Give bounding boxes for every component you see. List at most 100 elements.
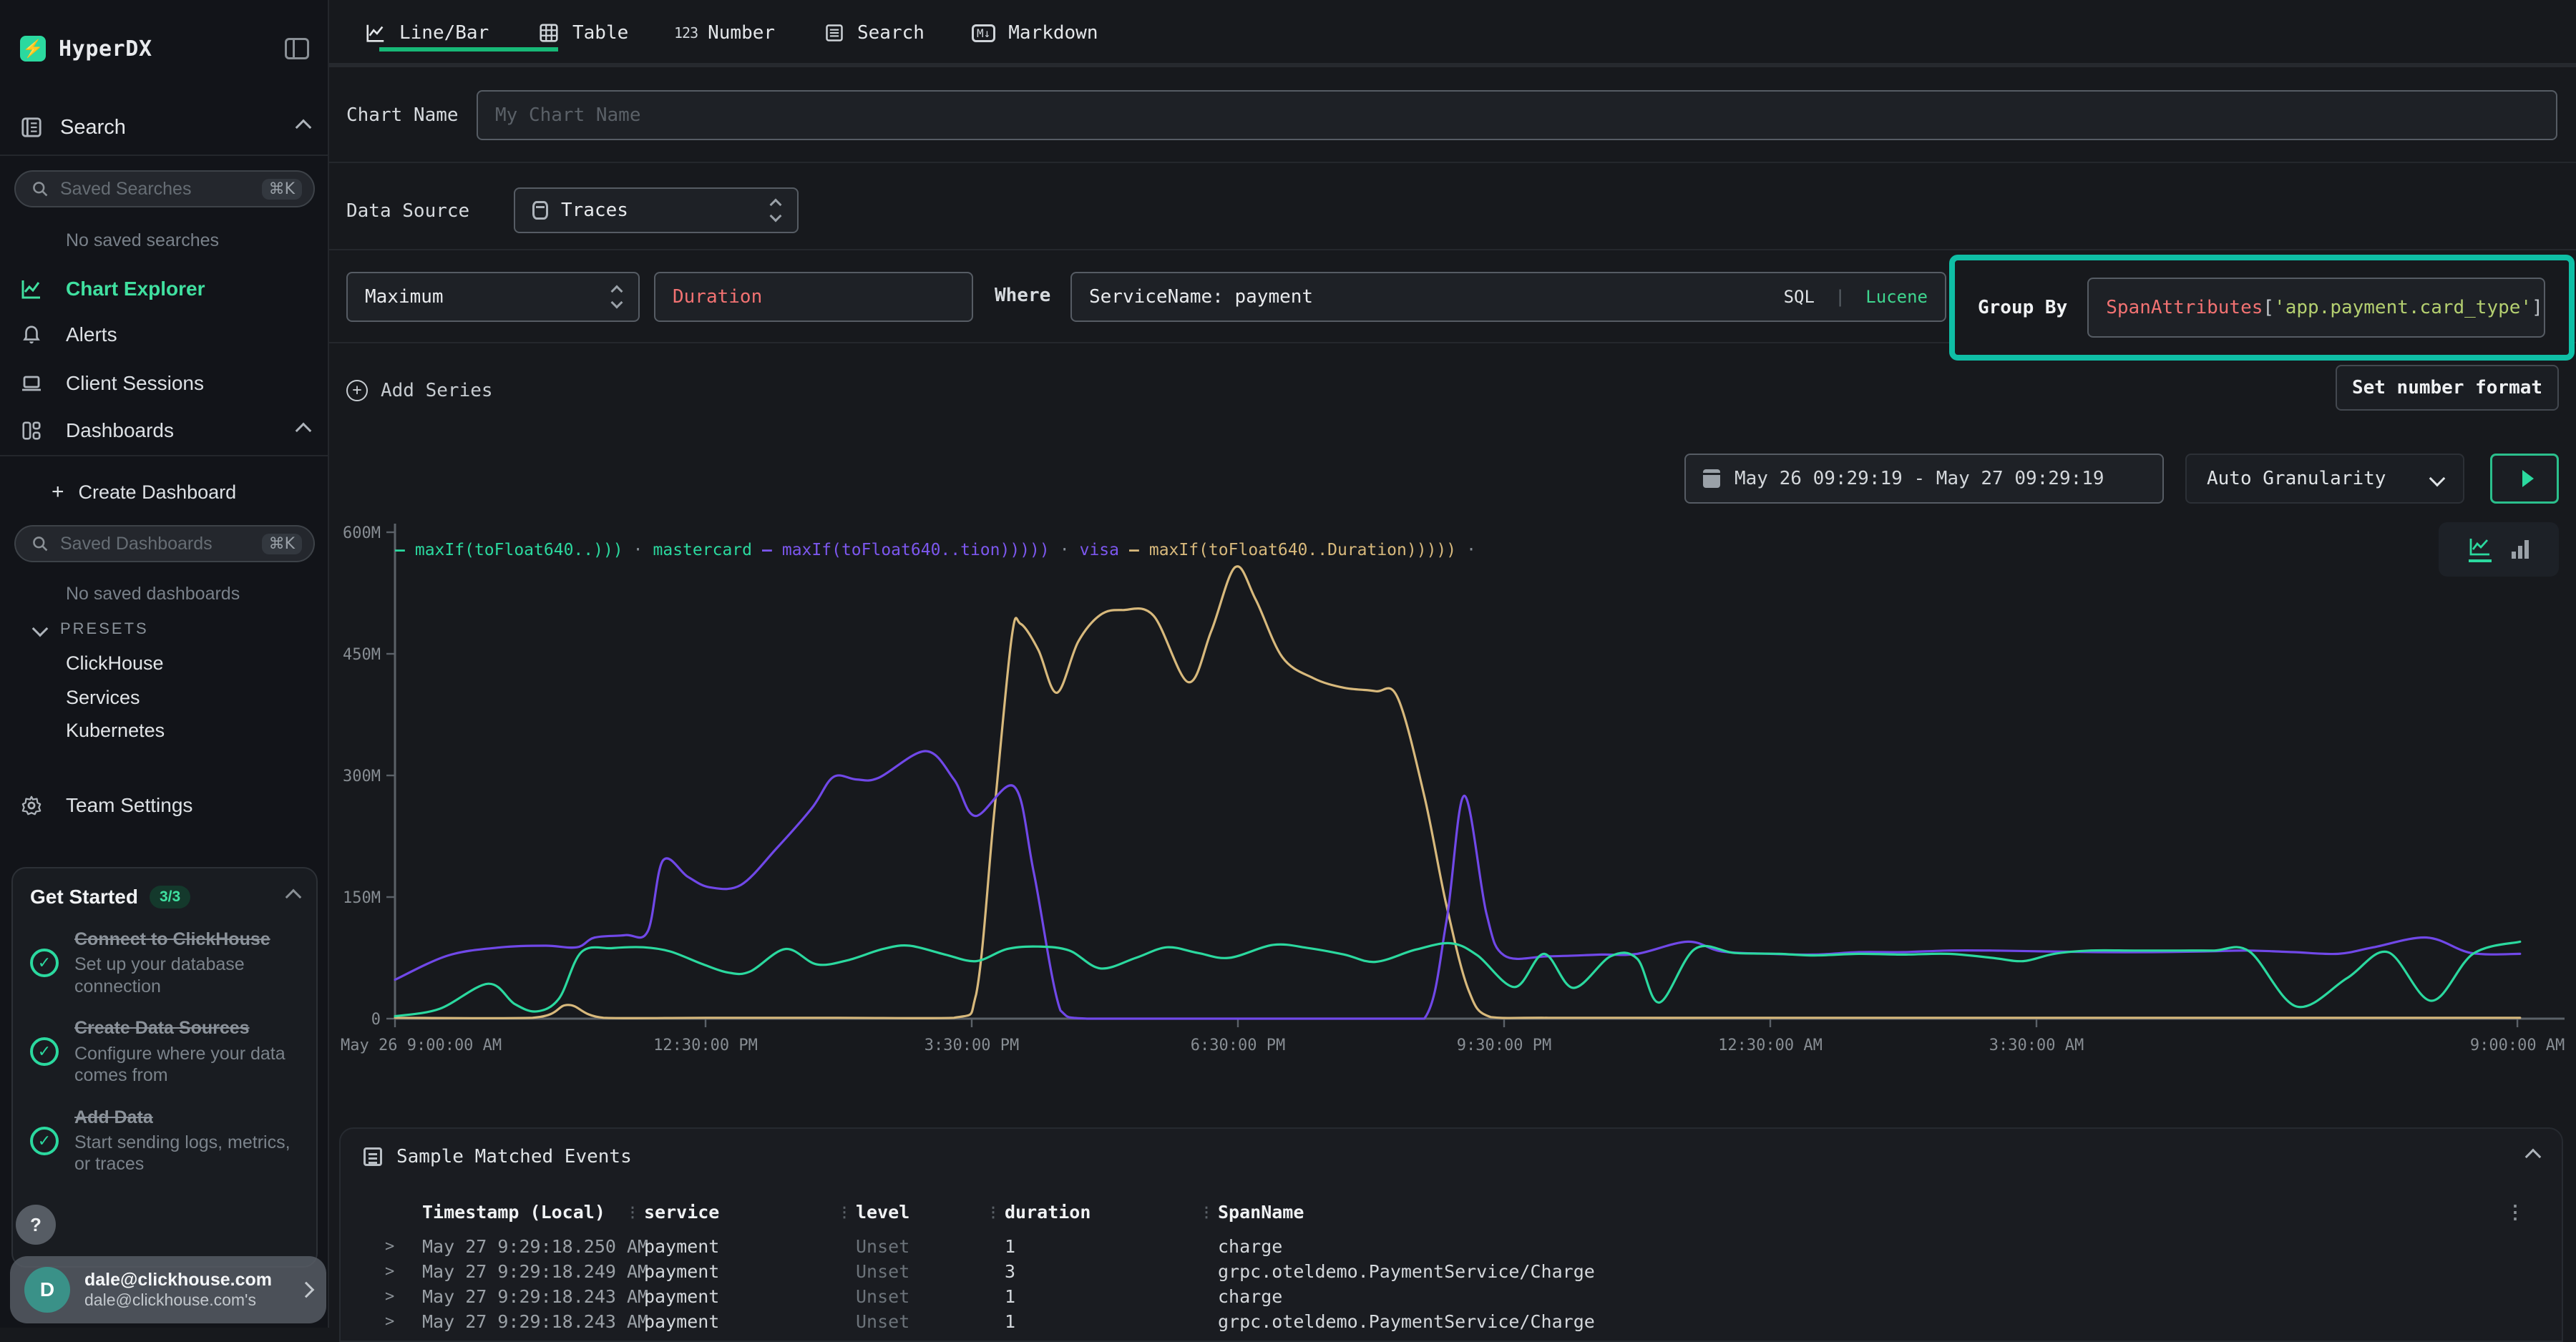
sidebar-item-label: Alerts xyxy=(66,323,117,346)
preset-services[interactable]: Services xyxy=(66,687,140,709)
add-series-label: Add Series xyxy=(381,380,493,401)
sidebar-item-alerts[interactable]: Alerts xyxy=(0,315,329,355)
set-number-format-button[interactable]: Set number format xyxy=(2336,365,2559,411)
where-input[interactable]: ServiceName: payment SQL | Lucene xyxy=(1070,272,1946,322)
table-row[interactable]: > May 27 9:29:18.249 AM payment Unset 3 … xyxy=(364,1261,2539,1286)
saved-dashboards-input[interactable]: Saved Dashboards ⌘K xyxy=(14,525,315,562)
chevron-up-icon[interactable] xyxy=(286,889,302,906)
get-started-badge: 3/3 xyxy=(150,886,190,908)
column-drag-icon[interactable]: ⋮ xyxy=(1199,1203,1214,1220)
column-drag-icon[interactable]: ⋮ xyxy=(837,1203,852,1220)
events-table-header: Timestamp (Local) ⋮ service ⋮ level ⋮ du… xyxy=(364,1202,2539,1236)
sidebar-item-client-sessions[interactable]: Client Sessions xyxy=(0,363,329,403)
col-header-duration[interactable]: duration xyxy=(1005,1202,1091,1223)
row-expand-icon[interactable]: > xyxy=(385,1288,394,1306)
search-icon xyxy=(31,535,49,552)
get-started-item[interactable]: ✓ Add Data Start sending logs, metrics, … xyxy=(30,1107,299,1175)
sidebar-item-team-settings[interactable]: Team Settings xyxy=(0,785,329,826)
table-row[interactable]: > May 27 9:29:18.250 AM payment Unset 1 … xyxy=(364,1236,2539,1261)
help-button[interactable]: ? xyxy=(16,1205,56,1245)
tab-table[interactable]: Table xyxy=(538,14,628,52)
tab-line-bar[interactable]: Line/Bar xyxy=(365,14,489,52)
legend-line-sample: — xyxy=(395,541,405,559)
chevron-up-icon[interactable] xyxy=(296,423,312,439)
cell-service: payment xyxy=(644,1286,719,1307)
row-expand-icon[interactable]: > xyxy=(385,1313,394,1331)
tab-search[interactable]: Search xyxy=(824,14,924,52)
column-drag-icon[interactable]: ⋮ xyxy=(625,1203,640,1220)
table-row[interactable]: > May 27 9:29:18.243 AM payment Unset 1 … xyxy=(364,1311,2539,1336)
sidebar-item-dashboards[interactable]: Dashboards xyxy=(0,411,329,451)
cell-duration: 1 xyxy=(1005,1286,1015,1307)
main-content: Line/Bar Table 123 Number Search M↓ Mark… xyxy=(329,0,2576,1328)
col-header-level[interactable]: level xyxy=(856,1202,909,1223)
get-started-item[interactable]: ✓ Connect to ClickHouse Set up your data… xyxy=(30,929,299,997)
aggregation-select[interactable]: Maximum xyxy=(346,272,640,322)
svg-text:9:30:00 PM: 9:30:00 PM xyxy=(1457,1037,1551,1054)
column-drag-icon[interactable]: ⋮ xyxy=(986,1203,1000,1220)
table-menu-icon[interactable]: ⋮ xyxy=(2506,1202,2524,1223)
field-input[interactable]: Duration xyxy=(654,272,973,322)
granularity-value: Auto Granularity xyxy=(2207,468,2386,489)
create-dashboard-button[interactable]: + Create Dashboard xyxy=(0,472,329,512)
date-range-input[interactable]: May 26 09:29:19 - May 27 09:29:19 xyxy=(1684,454,2164,504)
chart-legend[interactable]: — maxIf(toFloat640..))) · mastercard — m… xyxy=(395,541,1486,559)
avatar: D xyxy=(24,1267,70,1313)
data-source-value: Traces xyxy=(561,200,628,221)
svg-text:12:30:00 PM: 12:30:00 PM xyxy=(653,1037,758,1054)
preset-clickhouse[interactable]: ClickHouse xyxy=(66,652,164,675)
legend-series-label[interactable]: maxIf(toFloat640..))) xyxy=(415,541,623,559)
cell-duration: 3 xyxy=(1005,1261,1015,1282)
group-by-fn: SpanAttributes xyxy=(2106,297,2263,318)
legend-series-label[interactable]: maxIf(toFloat640..tion))))) xyxy=(782,541,1050,559)
tab-label: Number xyxy=(708,22,775,44)
tab-number[interactable]: 123 Number xyxy=(674,14,775,52)
legend-series-label[interactable]: maxIf(toFloat640..Duration))))) xyxy=(1149,541,1456,559)
group-by-label: Group By xyxy=(1978,297,2067,318)
data-source-select[interactable]: Traces xyxy=(514,187,799,233)
col-header-service[interactable]: service xyxy=(644,1202,719,1223)
cell-spanname: charge xyxy=(1218,1286,1282,1307)
svg-text:3:30:00 AM: 3:30:00 AM xyxy=(1989,1037,2084,1054)
query-language-toggle[interactable]: SQL | Lucene xyxy=(1784,287,1928,307)
collapse-panel-icon[interactable] xyxy=(2525,1149,2542,1165)
user-menu[interactable]: D dale@clickhouse.com dale@clickhouse.co… xyxy=(10,1256,326,1323)
saved-searches-input[interactable]: Saved Searches ⌘K xyxy=(14,170,315,207)
table-row[interactable]: > May 27 9:29:18.243 AM payment Unset 1 … xyxy=(364,1286,2539,1311)
col-header-spanname[interactable]: SpanName xyxy=(1218,1202,1304,1223)
row-expand-icon[interactable]: > xyxy=(385,1263,394,1280)
cell-level: Unset xyxy=(856,1286,909,1307)
legend-group-label[interactable]: visa xyxy=(1080,541,1119,559)
group-by-input[interactable]: SpanAttributes['app.payment.card_type'] xyxy=(2087,278,2545,338)
preset-kubernetes[interactable]: Kubernetes xyxy=(66,720,165,742)
get-started-card: Get Started 3/3 ✓ Connect to ClickHouse … xyxy=(11,867,318,1268)
run-query-button[interactable] xyxy=(2490,454,2559,504)
chart-name-input[interactable]: My Chart Name xyxy=(477,90,2557,140)
tab-markdown[interactable]: M↓ Markdown xyxy=(972,14,1098,52)
get-started-item-title: Create Data Sources xyxy=(74,1017,299,1039)
sidebar-item-label: Dashboards xyxy=(66,419,174,442)
plus-icon: + xyxy=(52,480,64,504)
svg-text:3:30:00 PM: 3:30:00 PM xyxy=(924,1037,1019,1054)
presets-header[interactable]: PRESETS xyxy=(34,619,149,638)
timeseries-chart[interactable]: 0150M300M450M600MMay 26 9:00:00 AM12:30:… xyxy=(329,515,2576,1087)
lucene-option[interactable]: Lucene xyxy=(1865,287,1928,307)
legend-group-label[interactable]: mastercard xyxy=(653,541,752,559)
sidebar-collapse-icon[interactable] xyxy=(285,38,309,59)
cell-spanname: grpc.oteldemo.PaymentService/Charge xyxy=(1218,1311,1595,1332)
sql-option[interactable]: SQL xyxy=(1784,287,1815,307)
cell-service: payment xyxy=(644,1261,719,1282)
col-header-timestamp[interactable]: Timestamp (Local) xyxy=(422,1202,605,1223)
granularity-select[interactable]: Auto Granularity xyxy=(2185,454,2464,504)
sidebar-item-chart-explorer[interactable]: Chart Explorer xyxy=(0,269,329,309)
divider xyxy=(0,455,329,456)
date-range-value: May 26 09:29:19 - May 27 09:29:19 xyxy=(1735,468,2104,489)
add-series-button[interactable]: + Add Series xyxy=(346,375,493,406)
get-started-item[interactable]: ✓ Create Data Sources Configure where yo… xyxy=(30,1017,299,1086)
gear-icon xyxy=(20,794,43,817)
chevron-right-icon xyxy=(298,1282,315,1298)
select-updown-icon xyxy=(771,200,780,220)
chevron-up-icon[interactable] xyxy=(296,119,312,136)
row-expand-icon[interactable]: > xyxy=(385,1238,394,1255)
sidebar-section-search[interactable]: Search xyxy=(0,106,329,149)
